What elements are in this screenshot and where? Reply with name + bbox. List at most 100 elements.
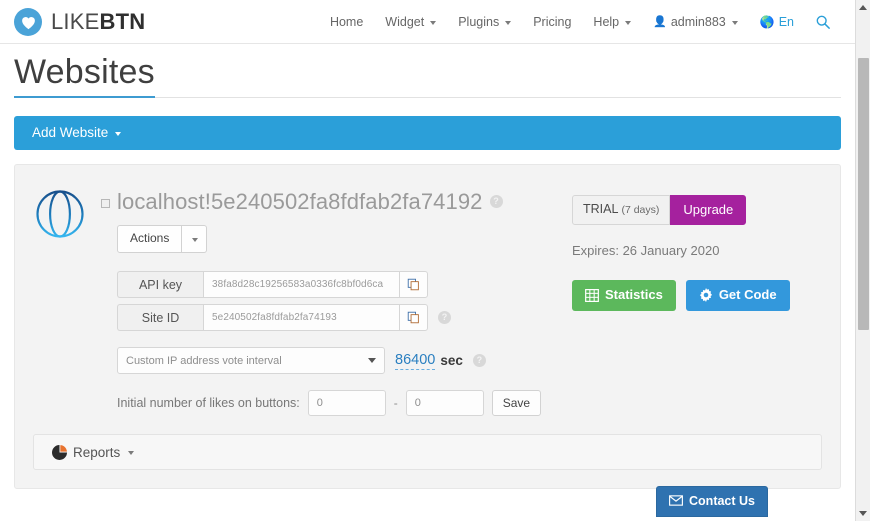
site-checkbox[interactable] bbox=[101, 199, 110, 209]
copy-icon bbox=[407, 279, 419, 291]
brand-text-bold: BTN bbox=[99, 8, 146, 34]
trial-label: TRIAL bbox=[583, 201, 618, 216]
nav-item-pricing[interactable]: Pricing bbox=[522, 9, 582, 35]
chevron-down-icon bbox=[368, 358, 376, 364]
plan-group: TRIAL (7 days) Upgrade bbox=[572, 194, 822, 226]
initial-likes-row: Initial number of likes on buttons: - Sa… bbox=[117, 390, 572, 417]
site-id-label: Site ID bbox=[117, 304, 203, 332]
nav-item-plugins[interactable]: Plugins bbox=[447, 9, 522, 35]
brand-text: LIKEBTN bbox=[51, 8, 146, 34]
page-content: LIKEBTN Home Widget Plugins Pricing Help… bbox=[0, 0, 855, 521]
nav-label: Widget bbox=[385, 14, 425, 29]
site-id-help-icon[interactable]: ? bbox=[438, 311, 451, 325]
site-id-input[interactable] bbox=[203, 304, 399, 332]
site-action-buttons: Statistics Get Code bbox=[572, 280, 822, 311]
add-website-button[interactable]: Add Website bbox=[32, 125, 122, 141]
nav-item-home[interactable]: Home bbox=[319, 9, 374, 35]
brand-logo[interactable]: LIKEBTN bbox=[14, 7, 146, 36]
nav-item-help[interactable]: Help bbox=[582, 9, 642, 35]
contact-us-label: Contact Us bbox=[689, 493, 755, 508]
chevron-down-icon bbox=[731, 20, 738, 25]
vote-interval-help-icon[interactable]: ? bbox=[472, 354, 486, 368]
credential-row-site-id: Site ID ? bbox=[117, 304, 572, 332]
nav-label: Home bbox=[329, 14, 364, 29]
actions-dropdown[interactable]: Actions bbox=[117, 224, 208, 254]
chevron-down-icon bbox=[625, 20, 632, 25]
nav-label: Help bbox=[593, 14, 620, 29]
add-website-label: Add Website bbox=[32, 125, 109, 141]
site-main-column: localhost!5e240502fa8fdfab2fa74192 ? Act… bbox=[95, 181, 572, 417]
initial-likes-separator: - bbox=[393, 396, 398, 411]
site-name[interactable]: localhost!5e240502fa8fdfab2fa74192 bbox=[117, 189, 483, 215]
website-card: localhost!5e240502fa8fdfab2fa74192 ? Act… bbox=[14, 163, 841, 490]
vote-interval-unit: sec bbox=[440, 353, 463, 369]
chevron-down-icon bbox=[128, 451, 135, 456]
actions-caret-button[interactable] bbox=[182, 224, 208, 254]
nav-label: Plugins bbox=[458, 14, 500, 29]
nav-item-language[interactable]: 🌎 En bbox=[749, 9, 805, 35]
trial-days: (7 days) bbox=[621, 203, 660, 216]
vote-interval-selected-value: Custom IP address vote interval bbox=[126, 354, 282, 367]
site-help-icon[interactable]: ? bbox=[489, 195, 503, 209]
api-key-input[interactable] bbox=[203, 271, 399, 299]
api-key-label: API key bbox=[117, 271, 203, 299]
save-button[interactable]: Save bbox=[491, 390, 542, 417]
heart-icon bbox=[14, 7, 42, 36]
initial-likes-to-input[interactable] bbox=[405, 390, 484, 417]
vote-interval-select[interactable]: Custom IP address vote interval bbox=[117, 347, 385, 375]
reports-label: Reports bbox=[73, 444, 121, 460]
chevron-down-icon bbox=[192, 238, 199, 243]
top-navbar: LIKEBTN Home Widget Plugins Pricing Help… bbox=[0, 0, 855, 44]
brand-text-light: LIKE bbox=[51, 8, 100, 34]
get-code-button[interactable]: Get Code bbox=[685, 280, 790, 311]
globe-icon bbox=[36, 190, 84, 238]
table-icon bbox=[585, 288, 599, 302]
nav-links: Home Widget Plugins Pricing Help 👤 admin… bbox=[319, 9, 841, 35]
search-icon bbox=[816, 15, 830, 29]
browser-viewport: LIKEBTN Home Widget Plugins Pricing Help… bbox=[0, 0, 870, 521]
nav-item-user-menu[interactable]: 👤 admin883 bbox=[642, 9, 749, 35]
statistics-label: Statistics bbox=[605, 287, 663, 303]
chevron-down-icon bbox=[430, 20, 437, 25]
user-icon: 👤 bbox=[653, 16, 667, 28]
envelope-icon bbox=[669, 495, 683, 507]
nav-user-label: admin883 bbox=[670, 14, 726, 29]
site-aside-column: TRIAL (7 days) Upgrade Expires: 26 Janua… bbox=[572, 181, 822, 311]
nav-item-widget[interactable]: Widget bbox=[374, 9, 447, 35]
vote-interval-row: Custom IP address vote interval 86400 se… bbox=[117, 347, 572, 375]
scroll-down-button[interactable] bbox=[856, 506, 870, 521]
copy-api-key-button[interactable] bbox=[399, 271, 428, 299]
site-header: localhost!5e240502fa8fdfab2fa74192 ? bbox=[101, 189, 572, 215]
trial-badge[interactable]: TRIAL (7 days) bbox=[572, 194, 671, 226]
website-row: localhost!5e240502fa8fdfab2fa74192 ? Act… bbox=[33, 181, 822, 417]
chevron-up-icon bbox=[859, 5, 867, 10]
copy-site-id-button[interactable] bbox=[399, 304, 428, 332]
site-globe-wrap bbox=[33, 181, 95, 246]
chevron-down-icon bbox=[505, 20, 512, 25]
reports-toggle[interactable]: Reports bbox=[52, 444, 135, 460]
main-content: Websites Add Website localhost!5e240502f… bbox=[0, 44, 855, 490]
page-title-wrap: Websites bbox=[14, 44, 841, 98]
scrollbar-thumb[interactable] bbox=[858, 58, 869, 330]
page-title: Websites bbox=[14, 52, 155, 98]
pie-chart-icon bbox=[52, 444, 67, 460]
actions-button[interactable]: Actions bbox=[117, 224, 183, 254]
scroll-up-button[interactable] bbox=[856, 0, 870, 15]
globe-icon: 🌎 bbox=[759, 14, 775, 29]
initial-likes-label: Initial number of likes on buttons: bbox=[117, 396, 300, 411]
vote-interval-value[interactable]: 86400 bbox=[395, 351, 436, 371]
expires-text: Expires: 26 January 2020 bbox=[572, 243, 720, 259]
reports-panel[interactable]: Reports bbox=[33, 434, 822, 471]
vertical-scrollbar[interactable] bbox=[855, 0, 870, 521]
statistics-button[interactable]: Statistics bbox=[572, 280, 676, 311]
get-code-label: Get Code bbox=[718, 287, 777, 303]
nav-label: Pricing bbox=[533, 14, 572, 29]
add-website-bar[interactable]: Add Website bbox=[14, 115, 841, 150]
chevron-down-icon bbox=[859, 511, 867, 516]
initial-likes-from-input[interactable] bbox=[307, 390, 386, 417]
contact-us-button[interactable]: Contact Us bbox=[656, 485, 768, 517]
chevron-down-icon bbox=[115, 131, 122, 136]
credentials-list: API key Site ID bbox=[117, 271, 572, 332]
upgrade-button[interactable]: Upgrade bbox=[670, 194, 747, 226]
search-button[interactable] bbox=[805, 9, 841, 35]
